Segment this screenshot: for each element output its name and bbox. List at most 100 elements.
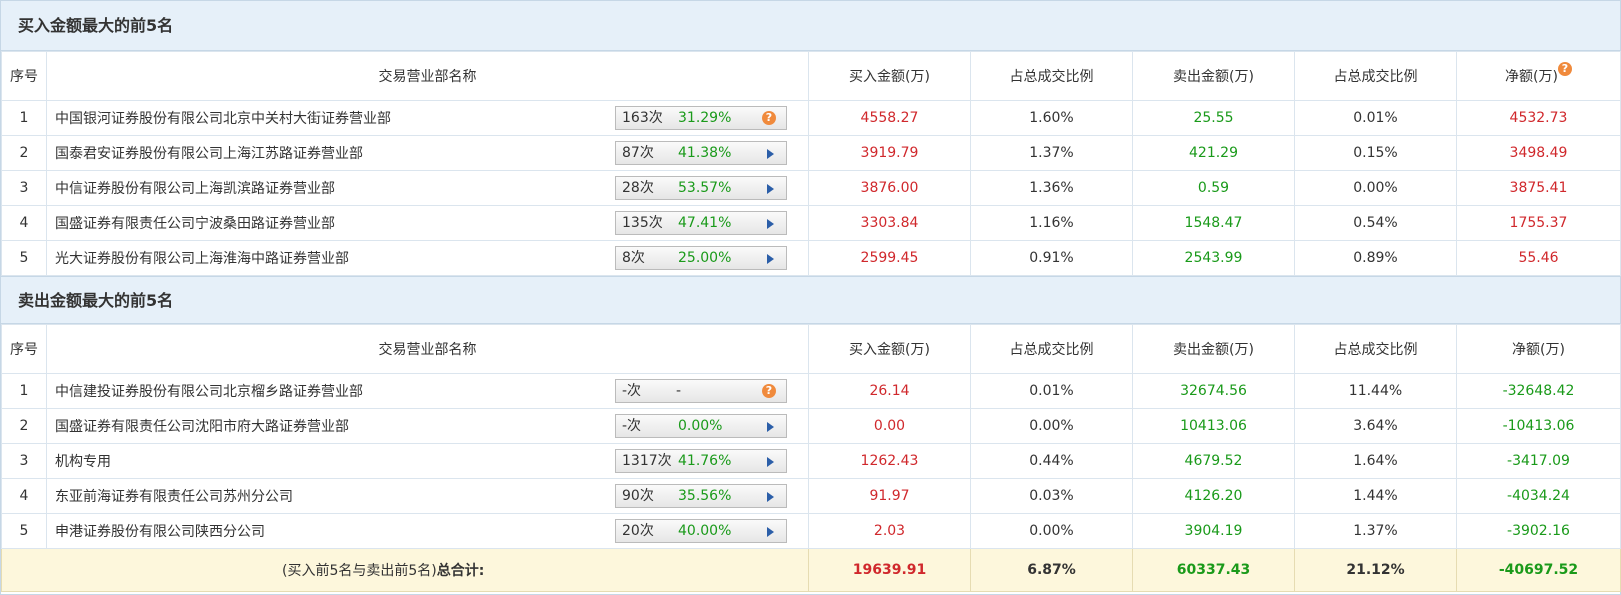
play-icon[interactable]: [767, 254, 774, 264]
row-index: 5: [1, 240, 47, 276]
play-icon[interactable]: [767, 149, 774, 159]
branch-stat-box[interactable]: 163次 31.29% ?: [615, 106, 787, 130]
sell-amount: 0.59: [1132, 170, 1295, 206]
row-index: 4: [1, 205, 47, 241]
net-amount: 3498.49: [1456, 135, 1621, 171]
question-icon[interactable]: ?: [762, 111, 776, 125]
buy-ratio: 0.03%: [970, 478, 1133, 514]
branch-name-link[interactable]: 光大证券股份有限公司上海淮海中路证券营业部: [55, 248, 349, 268]
total-buy-amount: 19639.91: [808, 548, 971, 592]
row-index: 1: [1, 100, 47, 136]
branch-stat-box[interactable]: -次 - ?: [615, 379, 787, 403]
table-row: 4 东亚前海证券有限责任公司苏州分公司 90次 35.56% 91.97 0.0…: [1, 478, 1621, 514]
header-sell-amount: 卖出金额(万): [1132, 324, 1295, 374]
branch-name-link[interactable]: 国泰君安证券股份有限公司上海江苏路证券营业部: [55, 143, 363, 163]
sell-amount: 421.29: [1132, 135, 1295, 171]
branch-stat-box[interactable]: -次 0.00%: [615, 414, 787, 438]
branch-name-link[interactable]: 申港证券股份有限公司陕西分公司: [55, 521, 265, 541]
branch-name-cell: 光大证券股份有限公司上海淮海中路证券营业部 8次 25.00%: [46, 240, 809, 276]
branch-name-link[interactable]: 中信证券股份有限公司上海凯滨路证券营业部: [55, 178, 335, 198]
buy-ratio: 1.16%: [970, 205, 1133, 241]
sell-ratio: 11.44%: [1294, 373, 1457, 409]
play-icon[interactable]: [767, 457, 774, 467]
sell-amount: 4126.20: [1132, 478, 1295, 514]
sell-ratio: 0.00%: [1294, 170, 1457, 206]
branch-name-cell: 国盛证券有限责任公司宁波桑田路证券营业部 135次 47.41%: [46, 205, 809, 241]
row-index: 4: [1, 478, 47, 514]
sell-ratio: 0.15%: [1294, 135, 1457, 171]
win-rate: 53.57%: [678, 180, 732, 196]
total-net: -40697.52: [1456, 548, 1621, 592]
trade-count: 8次: [622, 250, 645, 266]
win-rate: 40.00%: [678, 523, 732, 539]
total-sell-amount: 60337.43: [1132, 548, 1295, 592]
branch-name-cell: 国盛证券有限责任公司沈阳市府大路证券营业部 -次 0.00%: [46, 408, 809, 444]
buy-amount: 3919.79: [808, 135, 971, 171]
win-rate: 41.38%: [678, 145, 732, 161]
net-amount: 3875.41: [1456, 170, 1621, 206]
sell-section-title: 卖出金额最大的前5名: [1, 276, 1620, 324]
win-rate: 35.56%: [678, 488, 732, 504]
branch-name-link[interactable]: 国盛证券有限责任公司沈阳市府大路证券营业部: [55, 416, 349, 436]
header-sell-amount: 卖出金额(万): [1132, 51, 1295, 101]
sell-amount: 2543.99: [1132, 240, 1295, 276]
net-amount: -10413.06: [1456, 408, 1621, 444]
branch-name-cell: 国泰君安证券股份有限公司上海江苏路证券营业部 87次 41.38%: [46, 135, 809, 171]
branch-name-cell: 中信证券股份有限公司上海凯滨路证券营业部 28次 53.57%: [46, 170, 809, 206]
branch-stat-box[interactable]: 8次 25.00%: [615, 246, 787, 270]
buy-amount: 26.14: [808, 373, 971, 409]
sell-amount: 10413.06: [1132, 408, 1295, 444]
buy-amount: 2599.45: [808, 240, 971, 276]
play-icon[interactable]: [767, 527, 774, 537]
header-sell-ratio: 占总成交比例: [1294, 324, 1457, 374]
header-net: 净额(万): [1456, 324, 1621, 374]
table-row: 1 中信建投证券股份有限公司北京榴乡路证券营业部 -次 - ? 26.14 0.…: [1, 373, 1621, 409]
sell-amount: 1548.47: [1132, 205, 1295, 241]
buy-ratio: 1.37%: [970, 135, 1133, 171]
branch-name-link[interactable]: 东亚前海证券有限责任公司苏州分公司: [55, 486, 293, 506]
buy-amount: 1262.43: [808, 443, 971, 479]
row-index: 2: [1, 135, 47, 171]
trade-count: 163次: [622, 110, 663, 126]
total-label-bold: 总合计:: [436, 563, 485, 579]
header-branch-name: 交易营业部名称: [46, 51, 809, 101]
buy-table: 序号 交易营业部名称 买入金额(万) 占总成交比例 卖出金额(万) 占总成交比例…: [1, 51, 1621, 276]
trade-count: -次: [622, 383, 642, 399]
buy-section-title: 买入金额最大的前5名: [1, 1, 1620, 51]
total-label: (买入前5名与卖出前5名)总合计:: [1, 548, 809, 592]
question-icon[interactable]: ?: [762, 384, 776, 398]
branch-name-link[interactable]: 机构专用: [55, 451, 111, 471]
question-icon[interactable]: ?: [1557, 62, 1572, 76]
sell-table: 序号 交易营业部名称 买入金额(万) 占总成交比例 卖出金额(万) 占总成交比例…: [1, 324, 1621, 592]
play-icon[interactable]: [767, 184, 774, 194]
header-index: 序号: [1, 51, 47, 101]
row-index: 5: [1, 513, 47, 549]
play-icon[interactable]: [767, 492, 774, 502]
branch-name-link[interactable]: 国盛证券有限责任公司宁波桑田路证券营业部: [55, 213, 335, 233]
branch-stat-box[interactable]: 135次 47.41%: [615, 211, 787, 235]
net-amount: -32648.42: [1456, 373, 1621, 409]
branch-stat-box[interactable]: 20次 40.00%: [615, 519, 787, 543]
total-sell-ratio: 21.12%: [1294, 548, 1457, 592]
branch-name-link[interactable]: 中信建投证券股份有限公司北京榴乡路证券营业部: [55, 381, 363, 401]
branch-stat-box[interactable]: 1317次 41.76%: [615, 449, 787, 473]
trade-count: 20次: [622, 523, 654, 539]
trade-count: -次: [622, 418, 642, 434]
branch-stat-box[interactable]: 28次 53.57%: [615, 176, 787, 200]
row-index: 3: [1, 170, 47, 206]
sell-amount: 25.55: [1132, 100, 1295, 136]
sell-table-header: 序号 交易营业部名称 买入金额(万) 占总成交比例 卖出金额(万) 占总成交比例…: [1, 324, 1621, 374]
sell-ratio: 0.01%: [1294, 100, 1457, 136]
win-rate: 47.41%: [678, 215, 732, 231]
trade-count: 1317次: [622, 453, 672, 469]
branch-stat-box[interactable]: 87次 41.38%: [615, 141, 787, 165]
header-sell-ratio: 占总成交比例: [1294, 51, 1457, 101]
branch-stat-box[interactable]: 90次 35.56%: [615, 484, 787, 508]
branch-name-link[interactable]: 中国银河证券股份有限公司北京中关村大街证券营业部: [55, 108, 391, 128]
header-buy-amount: 买入金额(万): [808, 51, 971, 101]
play-icon[interactable]: [767, 219, 774, 229]
net-amount: 55.46: [1456, 240, 1621, 276]
sell-ratio: 0.89%: [1294, 240, 1457, 276]
play-icon[interactable]: [767, 422, 774, 432]
header-net: 净额(万)?: [1456, 51, 1621, 101]
